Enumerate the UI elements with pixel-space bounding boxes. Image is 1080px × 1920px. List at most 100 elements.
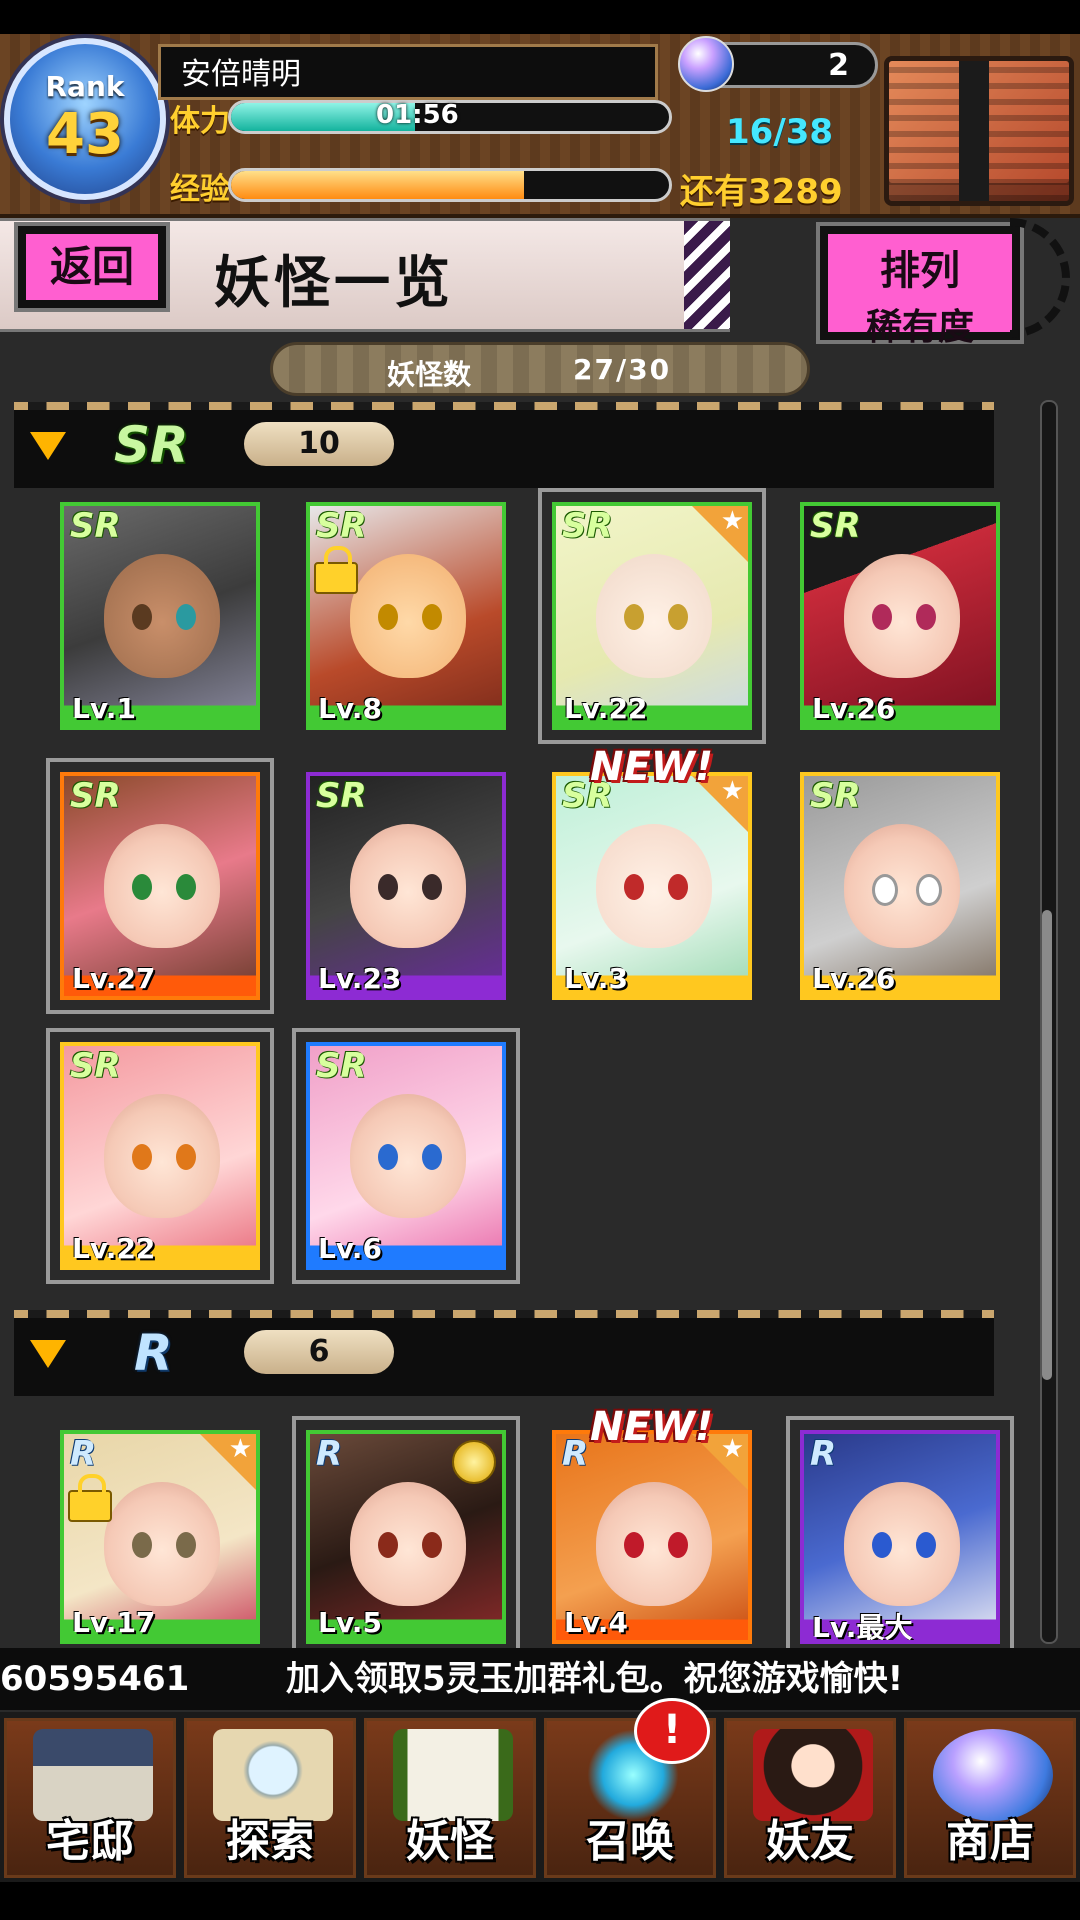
card-level: Lv.8 [310, 692, 502, 726]
exp-label: 经验 [170, 172, 230, 207]
card-face [350, 1094, 466, 1218]
chest-strap [959, 61, 989, 201]
stamina-count: 16/38 [726, 112, 834, 152]
card-rarity: SR [70, 1046, 121, 1086]
card-level: Lv.23 [310, 962, 502, 996]
yokai-card[interactable]: ★ R Lv.17 [60, 1430, 260, 1644]
card-level: Lv.6 [310, 1232, 502, 1266]
card-rarity: SR [316, 776, 367, 816]
nav-label: 宅邸 [46, 1816, 134, 1867]
section-count: 10 [244, 422, 394, 466]
card-eye [132, 1144, 152, 1170]
sort-button[interactable]: 排列 稀有度 [816, 222, 1024, 348]
section-header-sr[interactable]: SR 10 [14, 402, 994, 488]
yokai-card[interactable]: SR Lv.23 [306, 772, 506, 1000]
yokai-count-value: 27/30 [573, 353, 672, 386]
card-level: Lv.22 [64, 1232, 256, 1266]
yokai-card[interactable]: R Lv.5 [292, 1416, 520, 1658]
nav-yokai-button[interactable]: 妖怪 [364, 1718, 536, 1878]
sort-button-inner: 排列 稀有度 [828, 234, 1012, 348]
yokai-card[interactable]: SR Lv.1 [60, 502, 260, 730]
card-rarity: SR [316, 506, 367, 546]
rank-badge[interactable]: Rank 43 [4, 38, 166, 200]
yokai-card[interactable]: R Lv.最大 [786, 1416, 1014, 1658]
yokai-card[interactable]: SR Lv.6 [292, 1028, 520, 1284]
card-face [596, 1482, 712, 1606]
card-eye [132, 604, 152, 630]
treasure-chest-icon[interactable] [884, 56, 1074, 206]
card-eye [872, 874, 898, 906]
system-bar [0, 1882, 1080, 1920]
card-eye [378, 1532, 398, 1558]
yokai-card[interactable]: ★ R Lv.4 [552, 1430, 752, 1644]
stamina-label: 体力 [170, 104, 230, 139]
card-face [104, 1482, 220, 1606]
title-stripes [684, 221, 730, 329]
nav-friends-button[interactable]: 妖友 [724, 1718, 896, 1878]
section-rarity: SR [114, 416, 189, 474]
yokai-card[interactable]: SR Lv.26 [800, 772, 1000, 1000]
card-rarity: SR [70, 776, 121, 816]
card-eye [378, 1144, 398, 1170]
back-button[interactable]: 返回 [14, 222, 170, 312]
scrollbar-thumb[interactable] [1042, 910, 1052, 1380]
exp-bar-fill [231, 171, 525, 199]
card-level: Lv.最大 [804, 1606, 996, 1640]
gear-icon [1010, 218, 1070, 338]
yokai-card[interactable]: ★ SR Lv.22 [538, 488, 766, 744]
card-level: Lv.26 [804, 692, 996, 726]
star-icon: ★ [720, 506, 744, 536]
card-eye [624, 604, 644, 630]
status-strip [0, 0, 1080, 34]
card-eye [872, 604, 892, 630]
yokai-card[interactable]: SR Lv.26 [800, 502, 1000, 730]
news-ticker: 60595461 加入领取5灵玉加群礼包。祝您游戏愉快! [0, 1648, 1080, 1710]
back-button-label: 返回 [26, 234, 158, 300]
nav-shop-button[interactable]: 商店 [904, 1718, 1076, 1878]
card-eye [422, 1532, 442, 1558]
medal-icon [452, 1440, 496, 1484]
exp-bar [228, 168, 672, 202]
card-eye [668, 604, 688, 630]
nav-label: 召唤 [586, 1816, 674, 1867]
summon-alert-badge: ! [634, 1698, 710, 1764]
card-level: Lv.22 [556, 692, 748, 726]
card-face [104, 554, 220, 678]
nav-explore-button[interactable]: 探索 [184, 1718, 356, 1878]
card-eye [916, 874, 942, 906]
star-icon: ★ [720, 776, 744, 806]
card-face [596, 824, 712, 948]
card-eye [916, 1532, 936, 1558]
nav-home-button[interactable]: 宅邸 [4, 1718, 176, 1878]
nav-label: 商店 [946, 1816, 1034, 1867]
card-rarity: SR [70, 506, 121, 546]
card-eye [872, 1532, 892, 1558]
card-eye [422, 874, 442, 900]
yokai-card[interactable]: SR Lv.22 [46, 1028, 274, 1284]
yokai-card[interactable]: ★ SR Lv.3 [552, 772, 752, 1000]
yokai-card[interactable]: SR Lv.8 [306, 502, 506, 730]
ticker-text-2: 加入领取5灵玉加群礼包。祝您游戏愉快! [286, 1659, 904, 1699]
stamina-timer: 01:56 [376, 100, 459, 130]
card-eye [176, 604, 196, 630]
card-eye [668, 1532, 688, 1558]
exp-remaining: 还有3289 [680, 172, 843, 212]
card-eye [132, 1532, 152, 1558]
section-header-r[interactable]: R 6 [14, 1310, 994, 1396]
card-level: Lv.3 [556, 962, 748, 996]
card-face [350, 554, 466, 678]
card-face [350, 824, 466, 948]
section-count: 6 [244, 1330, 394, 1374]
card-rarity: SR [810, 776, 861, 816]
card-rarity: R [316, 1434, 343, 1474]
card-eye [422, 604, 442, 630]
yokai-card[interactable]: SR Lv.27 [46, 758, 274, 1014]
sort-value: 稀有度 [865, 307, 974, 348]
page-title: 妖怪一览 [214, 251, 454, 316]
rank-label: Rank [45, 70, 125, 103]
card-eye [668, 874, 688, 900]
card-eye [176, 1532, 196, 1558]
bottom-nav: 宅邸 探索 妖怪 召唤 妖友 商店 [0, 1712, 1080, 1882]
card-face [844, 1482, 960, 1606]
card-rarity: R [70, 1434, 97, 1474]
